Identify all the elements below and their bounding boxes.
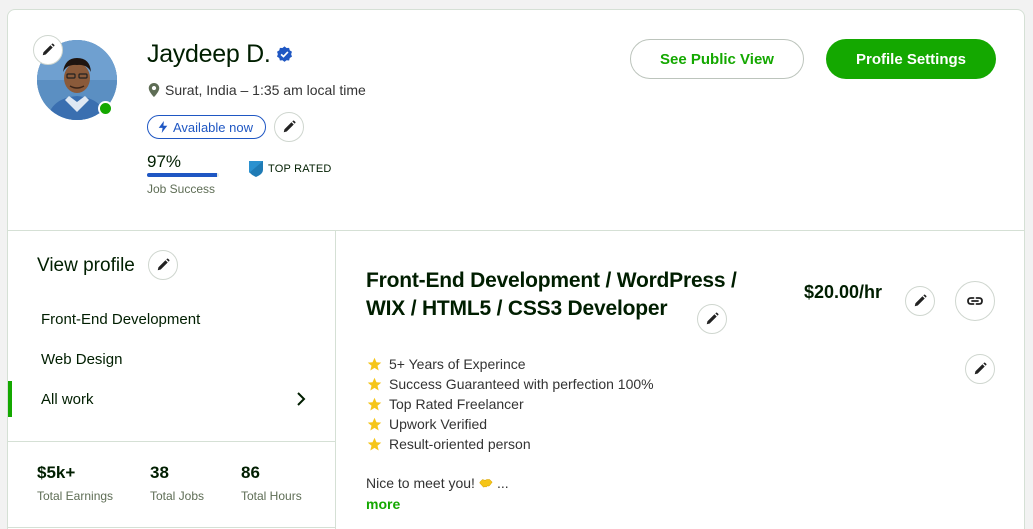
pencil-icon xyxy=(283,120,296,133)
list-item: Top Rated Freelancer xyxy=(367,394,654,414)
star-icon xyxy=(367,437,382,450)
stat-label: Total Earnings xyxy=(37,489,114,503)
list-item: Success Guaranteed with perfection 100% xyxy=(367,374,654,394)
star-icon xyxy=(367,417,382,430)
sidebar-item-front-end-development[interactable]: Front-End Development xyxy=(8,301,336,337)
main-content: Front-End Development / WordPress / WIX … xyxy=(336,231,1024,529)
profile-title-text: Front-End Development / WordPress / WIX … xyxy=(366,269,737,320)
star-icon xyxy=(367,377,382,390)
availability-badge[interactable]: Available now xyxy=(147,115,266,139)
edit-title-button[interactable] xyxy=(697,304,727,334)
location-row: Surat, India – 1:35 am local time xyxy=(148,82,366,98)
stat-label: Total Hours xyxy=(241,489,302,503)
job-success-bar xyxy=(147,173,219,177)
hourly-rate: $20.00/hr xyxy=(804,282,883,302)
edit-overview-button[interactable] xyxy=(965,354,995,384)
profile-card: Jaydeep D. Surat, India – 1:35 am local … xyxy=(7,9,1025,529)
job-success-fill xyxy=(147,173,217,177)
more-link[interactable]: more xyxy=(366,496,400,512)
sidebar: View profile Front-End Development Web D… xyxy=(8,231,336,529)
profile-header: Jaydeep D. Surat, India – 1:35 am local … xyxy=(8,10,1024,231)
edit-specialized-profiles-button[interactable] xyxy=(148,250,178,280)
feature-text: Result-oriented person xyxy=(389,436,531,452)
stat-label: Total Jobs xyxy=(150,489,205,503)
sidebar-item-web-design[interactable]: Web Design xyxy=(8,341,336,377)
list-item: 5+ Years of Experince xyxy=(367,354,654,374)
job-success: 97% Job Success xyxy=(147,152,219,196)
name-row: Jaydeep D. xyxy=(147,40,293,69)
overview-intro: Nice to meet you! ... xyxy=(366,475,509,491)
pencil-icon xyxy=(157,258,170,271)
list-item: Upwork Verified xyxy=(367,414,654,434)
copy-link-button[interactable] xyxy=(955,281,995,321)
sidebar-item-all-work[interactable]: All work xyxy=(8,381,336,417)
link-icon xyxy=(967,297,983,305)
top-rated-icon xyxy=(249,161,263,177)
freelancer-name: Jaydeep D. xyxy=(147,40,271,68)
sidebar-item-label: All work xyxy=(41,390,94,408)
intro-text: Nice to meet you! xyxy=(366,475,475,491)
edit-availability-button[interactable] xyxy=(274,112,304,142)
location-icon xyxy=(148,83,160,97)
view-profile-heading: View profile xyxy=(37,255,135,276)
list-item: Result-oriented person xyxy=(367,434,654,454)
stat-value: $5k+ xyxy=(37,463,76,482)
edit-rate-button[interactable] xyxy=(905,286,935,316)
sidebar-divider xyxy=(8,527,336,528)
availability-text: Available now xyxy=(173,119,253,135)
ellipsis-text: ... xyxy=(496,475,509,491)
feature-text: Success Guaranteed with perfection 100% xyxy=(389,376,654,392)
overview-features-list: 5+ Years of Experince Success Guaranteed… xyxy=(367,354,654,454)
sidebar-item-label: Web Design xyxy=(41,350,123,368)
stat-value: 86 xyxy=(241,463,260,482)
pencil-icon xyxy=(974,362,987,375)
job-success-percent: 97% xyxy=(147,152,182,171)
feature-text: Upwork Verified xyxy=(389,416,488,432)
chevron-right-icon xyxy=(297,392,306,406)
feature-text: Top Rated Freelancer xyxy=(389,396,524,412)
job-success-label: Job Success xyxy=(147,182,216,196)
star-icon xyxy=(367,357,382,370)
top-rated-badge[interactable]: TOP RATED xyxy=(249,161,332,177)
star-icon xyxy=(367,397,382,410)
profile-settings-button[interactable]: Profile Settings xyxy=(826,39,996,79)
edit-photo-button[interactable] xyxy=(33,35,63,65)
feature-text: 5+ Years of Experince xyxy=(389,356,526,372)
sidebar-divider xyxy=(8,441,336,442)
stat-value: 38 xyxy=(150,463,169,482)
pencil-icon xyxy=(706,312,719,325)
location-text: Surat, India – 1:35 am local time xyxy=(165,82,366,98)
pencil-icon xyxy=(914,294,927,307)
stat-total-earnings: $5k+ Total Earnings xyxy=(37,463,113,503)
pencil-icon xyxy=(42,43,55,56)
top-rated-text: TOP RATED xyxy=(268,163,332,175)
sidebar-item-label: Front-End Development xyxy=(41,310,201,328)
handshake-icon xyxy=(479,479,493,488)
stat-total-jobs: 38 Total Jobs xyxy=(150,463,204,503)
verified-icon[interactable] xyxy=(276,46,293,63)
see-public-view-button[interactable]: See Public View xyxy=(630,39,804,79)
lightning-icon xyxy=(158,121,168,133)
online-status-dot xyxy=(98,101,113,116)
stat-total-hours: 86 Total Hours xyxy=(241,463,302,503)
